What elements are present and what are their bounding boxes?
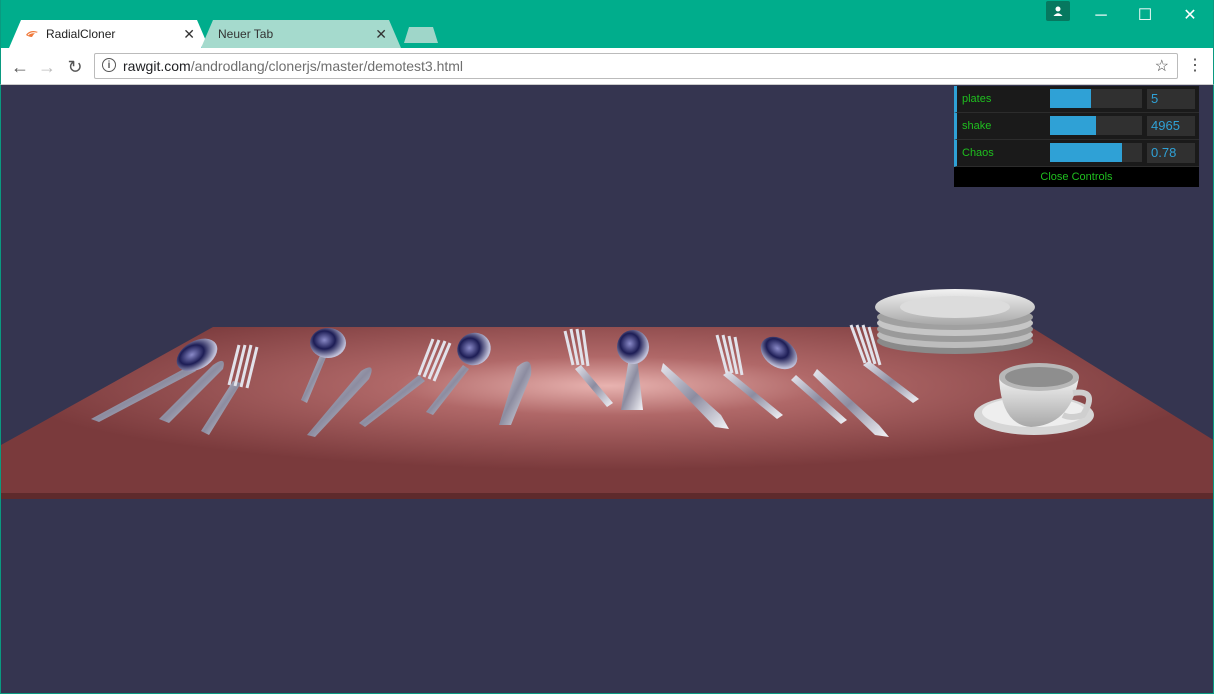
- url-text[interactable]: rawgit.com/androdlang/clonerjs/master/de…: [123, 54, 463, 78]
- close-tab-icon[interactable]: ✕: [183, 20, 195, 48]
- maximize-icon[interactable]: ☐: [1123, 6, 1167, 26]
- close-controls-button[interactable]: Close Controls: [954, 167, 1199, 187]
- info-icon[interactable]: i: [102, 58, 116, 72]
- control-shake[interactable]: shake 4965: [954, 113, 1199, 140]
- title-bar: RadialCloner ✕ Neuer Tab ✕ ─ ☐ ✕: [0, 0, 1214, 48]
- back-arrow-icon[interactable]: ←: [9, 56, 31, 78]
- bookmark-star-icon[interactable]: ☆: [1155, 56, 1169, 76]
- shake-slider[interactable]: [1050, 116, 1142, 135]
- webgl-canvas[interactable]: plates 5 shake 4965 Chaos 0.78 Close Con…: [0, 85, 1214, 694]
- tab-label: Neuer Tab: [218, 27, 274, 41]
- control-label: Chaos: [962, 147, 994, 159]
- address-bar[interactable]: i rawgit.com/androdlang/clonerjs/master/…: [94, 53, 1178, 79]
- new-tab-button[interactable]: [404, 27, 438, 43]
- shrimp-favicon-icon: [26, 31, 38, 37]
- table-edge: [1, 493, 1213, 499]
- minimize-icon[interactable]: ─: [1079, 6, 1123, 26]
- chaos-slider[interactable]: [1050, 143, 1142, 162]
- forward-arrow-icon[interactable]: →: [36, 56, 58, 78]
- shake-value-input[interactable]: 4965: [1147, 116, 1195, 136]
- tab-neuer-tab[interactable]: Neuer Tab ✕: [201, 20, 401, 48]
- dat-gui-panel: plates 5 shake 4965 Chaos 0.78 Close Con…: [954, 86, 1199, 187]
- close-window-icon[interactable]: ✕: [1168, 6, 1212, 26]
- control-label: shake: [962, 120, 992, 132]
- control-chaos[interactable]: Chaos 0.78: [954, 140, 1199, 167]
- control-plates[interactable]: plates 5: [954, 86, 1199, 113]
- close-tab-icon[interactable]: ✕: [375, 20, 387, 48]
- profile-icon[interactable]: [1046, 1, 1070, 21]
- plates-slider[interactable]: [1050, 89, 1142, 108]
- control-label: plates: [962, 93, 992, 105]
- plate-stack: [875, 289, 1035, 354]
- reload-icon[interactable]: ↻: [64, 56, 86, 78]
- plates-value-input[interactable]: 5: [1147, 89, 1195, 109]
- tab-radialcloner[interactable]: RadialCloner ✕: [9, 20, 209, 48]
- chaos-value-input[interactable]: 0.78: [1147, 143, 1195, 163]
- menu-kebab-icon[interactable]: ⋮: [1187, 56, 1203, 76]
- browser-toolbar: ← → ↻ i rawgit.com/androdlang/clonerjs/m…: [0, 48, 1214, 85]
- tab-label: RadialCloner: [46, 27, 116, 41]
